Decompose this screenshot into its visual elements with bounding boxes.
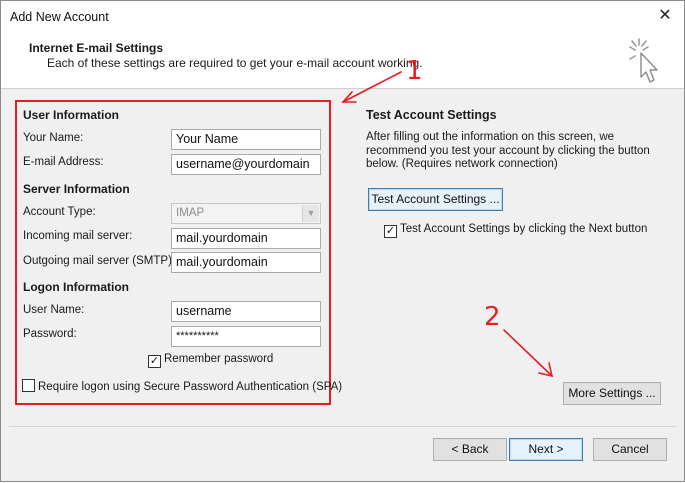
arrow-2-shaft [503,329,553,377]
arrow-1-shaft [342,71,402,103]
add-account-window: Add New Account ✕ Internet E-mail Settin… [0,0,685,482]
annotation-arrows [341,71,554,378]
